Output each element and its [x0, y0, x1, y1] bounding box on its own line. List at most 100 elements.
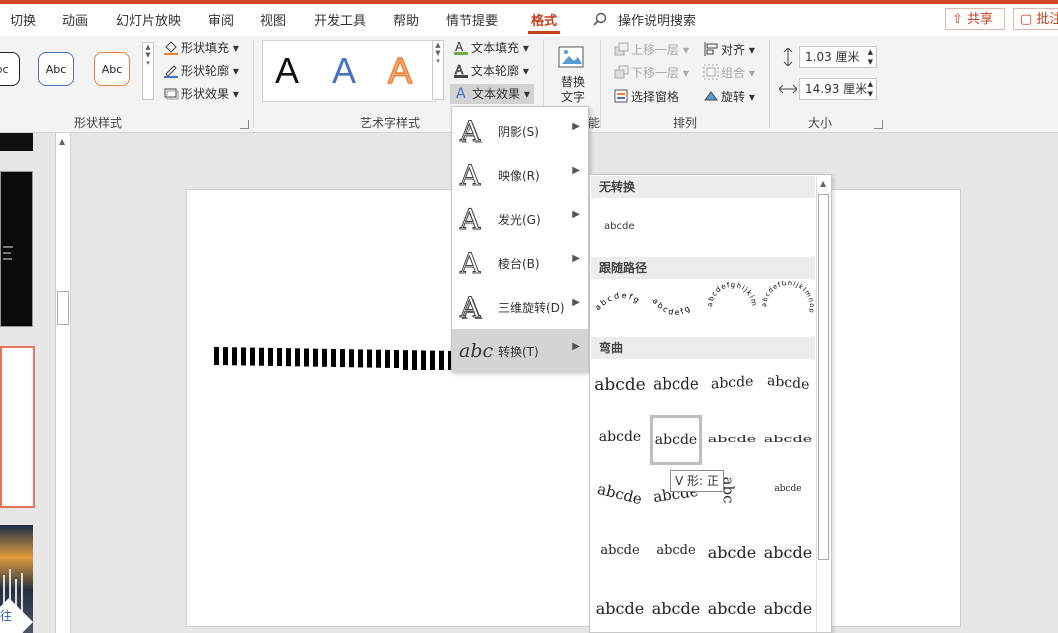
- alt-text-label-line2[interactable]: 文字: [561, 87, 585, 107]
- warp-option[interactable]: abcde: [594, 585, 646, 632]
- tab-format[interactable]: 格式: [531, 10, 557, 29]
- warp-option[interactable]: abcde: [762, 471, 814, 521]
- shape-styles-launcher[interactable]: [240, 120, 249, 129]
- path-arch-up-option[interactable]: abcdefg: [594, 281, 650, 333]
- path-button-option[interactable]: abcdefGhijklmnop: [760, 281, 816, 333]
- accessibility-group-label-partial: 能: [588, 116, 601, 130]
- menu-item-bevel[interactable]: A 棱台(B) ▶: [452, 241, 588, 285]
- wordart-style-black[interactable]: A: [275, 50, 299, 92]
- warp-option[interactable]: abcde: [594, 361, 646, 411]
- slide-thumbnail-city[interactable]: 往: [0, 525, 33, 633]
- shape-style-preview-2[interactable]: Abc: [38, 52, 74, 86]
- tell-me-search[interactable]: 操作说明搜索: [618, 10, 696, 29]
- size-group-label: 大小: [808, 116, 833, 130]
- shape-style-gallery-scroll[interactable]: ▲ ▼ ▾: [142, 42, 154, 100]
- menu-item-reflection[interactable]: A 映像(R) ▶: [452, 153, 588, 197]
- bring-forward-button[interactable]: 上移一层 ▾: [613, 40, 689, 60]
- shape-effects-icon: [164, 88, 179, 100]
- rotate-button[interactable]: 旋转 ▾: [703, 87, 755, 107]
- wordart-stroke-bar: [331, 348, 336, 367]
- size-launcher[interactable]: [874, 120, 883, 129]
- wordart-text-shape[interactable]: [212, 344, 452, 370]
- tab-transitions[interactable]: 切换: [10, 10, 36, 29]
- warp-option[interactable]: abcde: [650, 361, 702, 411]
- warp-option[interactable]: abcde: [650, 585, 702, 632]
- scrollbar-thumb[interactable]: [57, 291, 69, 325]
- warp-option[interactable]: abcde: [706, 529, 758, 579]
- share-button[interactable]: ⇧ 共享: [945, 8, 1005, 30]
- tab-help[interactable]: 帮助: [393, 10, 419, 29]
- wordart-stroke-bar: [376, 349, 381, 368]
- warp-option[interactable]: abcde: [650, 529, 702, 579]
- warp-option[interactable]: abcde: [762, 415, 814, 465]
- shape-height-input[interactable]: 1.03 厘米 ▲ ▼: [799, 46, 877, 68]
- no-transform-option[interactable]: abcde: [604, 221, 634, 232]
- scroll-up-icon[interactable]: ▲: [59, 137, 65, 146]
- warp-option[interactable]: abcde: [762, 361, 814, 411]
- wordart-stroke-bar: [304, 348, 309, 367]
- warp-option[interactable]: abcde: [594, 529, 646, 579]
- selection-pane-button[interactable]: 选择窗格: [613, 87, 679, 107]
- tab-animations[interactable]: 动画: [62, 10, 88, 29]
- wordart-gallery-scroll[interactable]: ▲ ▼ ▾: [432, 40, 444, 100]
- warp-option[interactable]: abcde: [706, 361, 758, 411]
- tab-slideshow[interactable]: 幻灯片放映: [116, 10, 181, 29]
- warp-option-v-shape-selected[interactable]: abcde: [650, 415, 702, 465]
- slide-thumbnail-selected[interactable]: [0, 346, 35, 508]
- scroll-up-icon[interactable]: ▲: [820, 179, 826, 188]
- wordart-group-label: 艺术字样式: [360, 116, 421, 130]
- menu-item-shadow[interactable]: A 阴影(S) ▶: [452, 109, 588, 153]
- menu-item-glow[interactable]: A 发光(G) ▶: [452, 197, 588, 241]
- path-arch-down-option[interactable]: abcdefg: [648, 281, 704, 333]
- warp-option[interactable]: abcde: [706, 415, 758, 465]
- shape-effects-button[interactable]: 形状效果 ▾: [163, 84, 239, 104]
- share-label: 共享: [967, 12, 994, 27]
- glow-a-icon: A: [459, 203, 481, 237]
- gallery-scrollbar-thumb[interactable]: [818, 194, 829, 560]
- warp-option[interactable]: abcde: [762, 529, 814, 579]
- tab-review[interactable]: 审阅: [208, 10, 234, 29]
- alt-text-icon[interactable]: [558, 44, 588, 72]
- text-effects-menu: A 阴影(S) ▶ A 映像(R) ▶ A 发光(G) ▶ A 棱台(B) ▶ …: [451, 106, 589, 373]
- slide-thumbnail[interactable]: [0, 133, 33, 151]
- shape-height-icon: [783, 48, 793, 66]
- warp-option[interactable]: abcde: [762, 585, 814, 632]
- shape-width-icon: [779, 84, 797, 94]
- gallery-scrollbar[interactable]: ▲: [816, 176, 831, 632]
- shape-fill-button[interactable]: 形状填充 ▾: [163, 38, 239, 58]
- menu-item-3d-rotation[interactable]: A 三维旋转(D) ▶: [452, 285, 588, 329]
- tab-view[interactable]: 视图: [260, 10, 286, 29]
- tab-developer[interactable]: 开发工具: [314, 10, 366, 29]
- warp-option[interactable]: abcde: [594, 415, 646, 465]
- path-circle-option[interactable]: abcdefghijklm: [704, 281, 760, 333]
- wordart-style-orange[interactable]: A: [387, 49, 413, 92]
- warp-option[interactable]: abcde: [594, 471, 646, 521]
- wordart-style-blue[interactable]: A: [332, 50, 356, 92]
- warp-option[interactable]: abcde: [706, 585, 758, 632]
- align-button[interactable]: 对齐 ▾: [703, 40, 755, 60]
- text-effects-button[interactable]: A 文本效果 ▾: [450, 84, 534, 104]
- wordart-stroke-bar: [223, 347, 228, 366]
- group-button[interactable]: 组合 ▾: [703, 63, 755, 83]
- warp-sample-text: abcde: [763, 432, 813, 445]
- comments-button[interactable]: ▢ 批注: [1013, 8, 1058, 30]
- tooltip: V 形: 正: [670, 470, 724, 492]
- shape-style-preview-1[interactable]: bc: [0, 52, 20, 86]
- menu-item-transform[interactable]: abc 转换(T) ▶: [452, 329, 588, 373]
- warp-sample-text: abcde: [651, 599, 701, 618]
- send-backward-button[interactable]: 下移一层 ▾: [613, 63, 689, 83]
- shape-width-input[interactable]: 14.93 厘米 ▲ ▼: [799, 78, 877, 100]
- slide-thumbnail[interactable]: [0, 171, 33, 327]
- shape-style-preview-3[interactable]: Abc: [94, 52, 130, 86]
- text-outline-button[interactable]: A 文本轮廓 ▾: [453, 61, 529, 81]
- menu-item-label: 发光(G): [498, 213, 541, 227]
- shape-outline-button[interactable]: 形状轮廓 ▾: [163, 61, 239, 81]
- pen-outline-icon: [164, 65, 178, 78]
- tab-storyboard[interactable]: 情节提要: [446, 10, 498, 29]
- search-icon[interactable]: [593, 12, 607, 26]
- group-separator: [600, 40, 601, 128]
- text-fill-button[interactable]: A 文本填充 ▾: [453, 38, 529, 58]
- thumbnail-scrollbar[interactable]: ▲: [55, 133, 71, 633]
- wordart-stroke-bar: [295, 348, 300, 367]
- wordart-stroke-bar: [412, 350, 417, 370]
